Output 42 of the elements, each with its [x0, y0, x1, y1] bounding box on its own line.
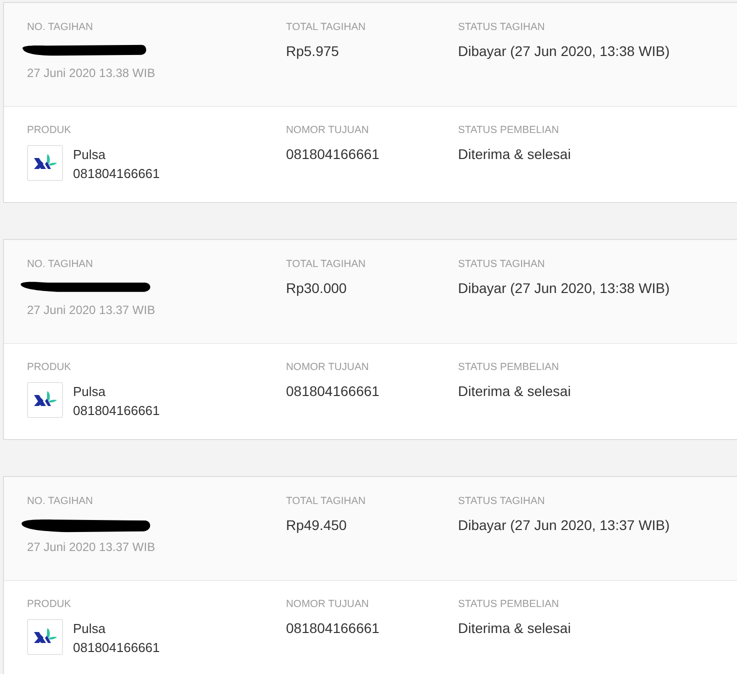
invoice-date: 27 Juni 2020 13.37 WIB	[27, 539, 156, 555]
purchase-status: Diterima & selesai	[458, 382, 571, 400]
field-label: STATUS PEMBELIAN	[458, 598, 559, 612]
field-label: TOTAL TAGIHAN	[286, 21, 366, 35]
product-number: 081804166661	[73, 639, 160, 657]
purchase-status: Diterima & selesai	[458, 145, 571, 163]
product-logo-icon	[27, 619, 63, 655]
field-label: PRODUK	[27, 124, 72, 138]
field-label: NOMOR TUJUAN	[286, 598, 369, 612]
product-number: 081804166661	[73, 402, 160, 420]
field-label: NO. TAGIHAN	[27, 258, 93, 272]
product-name: Pulsa	[73, 383, 106, 401]
invoice-total: Rp30.000	[286, 279, 347, 297]
field-label: PRODUK	[27, 598, 72, 612]
field-label: STATUS PEMBELIAN	[458, 124, 559, 138]
field-label: NOMOR TUJUAN	[286, 124, 369, 138]
invoice-date: 27 Juni 2020 13.38 WIB	[27, 65, 156, 81]
field-label: TOTAL TAGIHAN	[286, 258, 366, 272]
purchase-status: Diterima & selesai	[458, 619, 571, 637]
invoice-status: Dibayar (27 Jun 2020, 13:38 WIB)	[458, 279, 670, 297]
field-label: TOTAL TAGIHAN	[286, 495, 366, 509]
field-label: STATUS TAGIHAN	[458, 258, 545, 272]
invoice-status: Dibayar (27 Jun 2020, 13:37 WIB)	[458, 516, 670, 534]
target-number: 081804166661	[286, 382, 380, 400]
invoice-date: 27 Juni 2020 13.37 WIB	[27, 302, 156, 318]
invoice-status: Dibayar (27 Jun 2020, 13:38 WIB)	[458, 42, 670, 60]
product-number: 081804166661	[73, 165, 160, 183]
field-label: NOMOR TUJUAN	[286, 361, 369, 375]
product-name: Pulsa	[73, 620, 106, 638]
field-label: NO. TAGIHAN	[27, 21, 93, 35]
field-label: STATUS TAGIHAN	[458, 495, 545, 509]
product-logo-icon	[27, 145, 63, 181]
field-label: PRODUK	[27, 361, 72, 375]
field-label: STATUS TAGIHAN	[458, 21, 545, 35]
product-logo-icon	[27, 382, 63, 418]
target-number: 081804166661	[286, 145, 380, 163]
invoice-total: Rp5.975	[286, 42, 339, 60]
field-label: NO. TAGIHAN	[27, 495, 93, 509]
target-number: 081804166661	[286, 619, 380, 637]
field-label: STATUS PEMBELIAN	[458, 361, 559, 375]
invoice-total: Rp49.450	[286, 516, 347, 534]
product-name: Pulsa	[73, 146, 106, 164]
